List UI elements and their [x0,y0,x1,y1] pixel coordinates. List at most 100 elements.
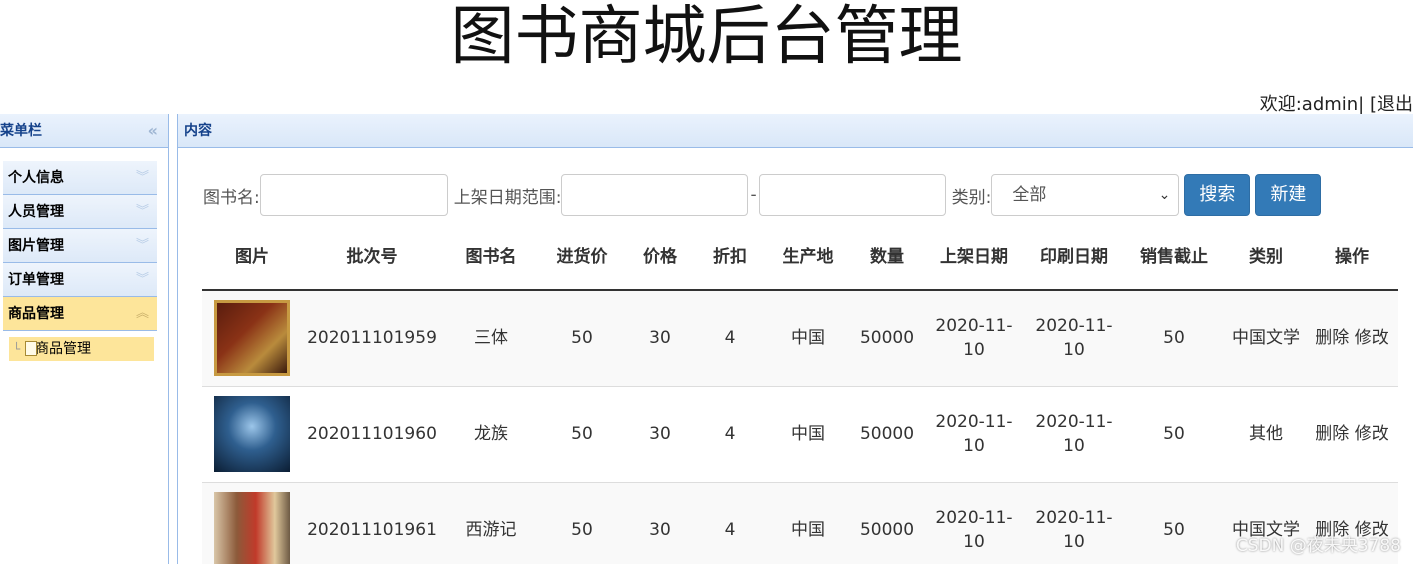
sale-end-cell: 50 [1122,481,1226,564]
sidebar-item-orders[interactable]: 订单管理 ︾ [3,263,157,297]
print-date-cell: 2020-11-10 [1026,481,1122,564]
batch-cell: 202011101961 [302,481,442,564]
double-chevron-down-icon: ︾ [135,170,149,185]
column-header: 图书名 [442,224,540,291]
shelf-date-cell: 2020-11-10 [922,289,1026,386]
book-cover-image [214,396,290,472]
sale-end-cell: 50 [1122,385,1226,482]
sidebar-item-label: 商品管理 [8,306,64,322]
document-icon [25,341,37,356]
edit-link[interactable]: 修改 [1355,424,1389,444]
date-range-label: 上架日期范围: [453,187,562,208]
search-bar: 图书名: 上架日期范围: - 类别: 全部 ⌄ 搜索 新建 [203,174,1322,216]
column-header: 进货价 [540,224,624,291]
name-cell: 西游记 [442,481,540,564]
sidebar: 菜单栏 « 个人信息 ︾ 人员管理 ︾ 图片管理 ︾ 订单管理 ︾ 商品管理 ︽… [0,114,169,564]
column-header: 生产地 [764,224,852,291]
double-chevron-up-icon: ︽ [135,306,149,321]
discount-cell: 4 [696,289,764,386]
column-header: 批次号 [302,224,442,291]
batch-cell: 202011101959 [302,289,442,386]
origin-cell: 中国 [764,289,852,386]
sidebar-item-label: 个人信息 [8,170,64,186]
sidebar-item-label: 订单管理 [8,272,64,288]
cost-cell: 50 [540,385,624,482]
double-chevron-down-icon: ︾ [135,272,149,287]
image-cell [202,385,302,482]
price-cell: 30 [624,481,696,564]
page-title: 图书商城后台管理 [450,0,963,74]
cost-cell: 50 [540,481,624,564]
table-header-row: 图片 批次号 图书名 进货价 价格 折扣 生产地 数量 上架日期 印刷日期 销售… [202,224,1398,291]
column-header: 类别 [1226,224,1306,291]
book-name-label: 图书名: [203,187,260,208]
image-cell [202,289,302,386]
column-header: 折扣 [696,224,764,291]
book-cover-image [214,492,290,564]
sale-end-cell: 50 [1122,289,1226,386]
batch-cell: 202011101960 [302,385,442,482]
table-row: 202011101960 龙族 50 30 4 中国 50000 2020-11… [202,385,1398,482]
product-table: 图片 批次号 图书名 进货价 价格 折扣 生产地 数量 上架日期 印刷日期 销售… [202,224,1398,564]
double-chevron-down-icon: ︾ [135,204,149,219]
category-cell: 中国文学 [1226,289,1306,386]
date-separator: - [750,185,757,205]
quantity-cell: 50000 [852,289,922,386]
sidebar-header: 菜单栏 « [0,114,168,148]
sidebar-title: 菜单栏 [0,123,42,139]
name-cell: 龙族 [442,385,540,482]
column-header: 图片 [202,224,302,291]
sidebar-subitem-label: 商品管理 [35,341,91,357]
sidebar-subitem-products[interactable]: └ 商品管理 [9,337,154,361]
sidebar-item-personal-info[interactable]: 个人信息 ︾ [3,161,157,195]
table-row: 202011101961 西游记 50 30 4 中国 50000 2020-1… [202,481,1398,564]
actions-cell: 删除 修改 [1306,385,1398,482]
column-header: 操作 [1306,224,1398,291]
print-date-cell: 2020-11-10 [1026,385,1122,482]
column-header: 印刷日期 [1026,224,1122,291]
sidebar-menu: 个人信息 ︾ 人员管理 ︾ 图片管理 ︾ 订单管理 ︾ 商品管理 ︽ └ 商品管… [3,161,157,361]
origin-cell: 中国 [764,481,852,564]
column-header: 销售截止 [1122,224,1226,291]
sidebar-item-staff[interactable]: 人员管理 ︾ [3,195,157,229]
double-chevron-down-icon: ︾ [135,238,149,253]
delete-link[interactable]: 删除 [1315,328,1349,348]
edit-link[interactable]: 修改 [1355,328,1389,348]
quantity-cell: 50000 [852,385,922,482]
price-cell: 30 [624,289,696,386]
category-cell: 其他 [1226,385,1306,482]
category-label: 类别: [951,187,992,208]
shelf-date-cell: 2020-11-10 [922,481,1026,564]
print-date-cell: 2020-11-10 [1026,289,1122,386]
quantity-cell: 50000 [852,481,922,564]
actions-cell: 删除 修改 [1306,289,1398,386]
double-chevron-left-icon[interactable]: « [148,114,158,148]
watermark: CSDN @夜未央3788 [1235,536,1401,556]
origin-cell: 中国 [764,385,852,482]
shelf-date-cell: 2020-11-10 [922,385,1026,482]
discount-cell: 4 [696,385,764,482]
price-cell: 30 [624,385,696,482]
book-cover-image [214,300,290,377]
search-button[interactable]: 搜索 [1184,174,1251,216]
content-panel: 内容 图书名: 上架日期范围: - 类别: 全部 ⌄ 搜索 新建 图片 批次号 … [177,114,1413,564]
welcome-text[interactable]: 欢迎:admin| [退出 [1260,90,1413,116]
category-select[interactable]: 全部 ⌄ [991,174,1180,216]
cost-cell: 50 [540,289,624,386]
content-header: 内容 [178,114,1413,148]
image-cell [202,481,302,564]
date-start-input[interactable] [561,174,749,216]
name-cell: 三体 [442,289,540,386]
new-button[interactable]: 新建 [1255,174,1322,216]
date-end-input[interactable] [758,174,946,216]
sidebar-item-images[interactable]: 图片管理 ︾ [3,229,157,263]
book-name-input[interactable] [259,174,448,216]
discount-cell: 4 [696,481,764,564]
sidebar-item-label: 图片管理 [8,238,64,254]
chevron-down-icon: ⌄ [1158,187,1171,203]
category-selected-value: 全部 [1012,185,1047,205]
sidebar-item-products[interactable]: 商品管理 ︽ [3,297,157,331]
sidebar-item-label: 人员管理 [8,204,64,220]
delete-link[interactable]: 删除 [1315,424,1349,444]
column-header: 数量 [852,224,922,291]
